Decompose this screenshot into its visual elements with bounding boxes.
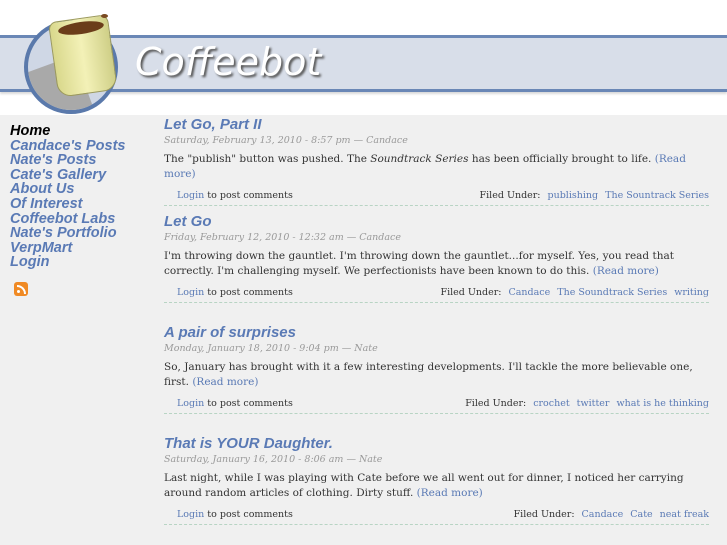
login-suffix: to post comments — [204, 398, 293, 409]
filed-under-label: Filed Under: — [440, 287, 502, 298]
sidebar-item-login[interactable]: Login — [10, 255, 150, 270]
post-body: Last night, while I was playing with Cat… — [164, 471, 709, 501]
post: That is YOUR Daughter. Saturday, January… — [164, 435, 709, 525]
post-links: Login to post comments Filed Under: Canda… — [164, 509, 709, 525]
sidebar-item-cates-gallery[interactable]: Cate's Gallery — [10, 168, 150, 183]
login-link[interactable]: Login — [177, 287, 204, 298]
post-links: Login to post comments Filed Under: croch… — [164, 398, 709, 414]
login-link[interactable]: Login — [177, 398, 204, 409]
post: Let Go Friday, February 12, 2010 - 12:32… — [164, 213, 709, 324]
post: A pair of surprises Monday, January 18, … — [164, 324, 709, 435]
filed-under-label: Filed Under: — [513, 509, 575, 520]
post-links: Login to post comments Filed Under: Canda… — [164, 287, 709, 303]
read-more-link[interactable]: (Read more) — [417, 487, 483, 499]
post-list: Let Go, Part II Saturday, February 13, 2… — [164, 116, 709, 525]
post-links: Login to post comments Filed Under: publi… — [164, 190, 709, 206]
sidebar-item-about-us[interactable]: About Us — [10, 182, 150, 197]
sidebar-nav: Home Candace's Posts Nate's Posts Cate's… — [10, 124, 150, 296]
sidebar-item-of-interest[interactable]: Of Interest — [10, 197, 150, 212]
sidebar-item-coffeebot-labs[interactable]: Coffeebot Labs — [10, 211, 150, 227]
read-more-link[interactable]: (Read more) — [593, 265, 659, 277]
tag-link[interactable]: writing — [674, 287, 709, 298]
login-suffix: to post comments — [204, 190, 293, 201]
tags: Filed Under: Candace Cate neat freak — [514, 509, 709, 520]
post-meta: Monday, January 18, 2010 - 9:04 pm — Nat… — [164, 343, 378, 354]
post-title[interactable]: That is YOUR Daughter. — [164, 435, 709, 453]
login-suffix: to post comments — [204, 287, 293, 298]
read-more-link[interactable]: (Read more) — [192, 376, 258, 388]
tag-link[interactable]: Candace — [582, 509, 624, 520]
post-text: The "publish" button was pushed. The — [164, 153, 371, 165]
login-suffix: to post comments — [204, 509, 293, 520]
site-header: Coffeebot — [0, 0, 727, 115]
rss-icon[interactable] — [14, 281, 28, 296]
tag-link[interactable]: what is he thinking — [616, 398, 709, 409]
site-title[interactable]: Coffeebot — [135, 40, 321, 84]
post-text: has been officially brought to life. — [468, 153, 655, 165]
post-meta: Friday, February 12, 2010 - 12:32 am — C… — [164, 232, 401, 243]
login-link[interactable]: Login — [177, 190, 204, 201]
tags: Filed Under: crochet twitter what is he thi… — [465, 398, 709, 409]
filed-under-label: Filed Under: — [479, 190, 541, 201]
post-body: I'm throwing down the gauntlet. I'm thro… — [164, 249, 709, 279]
sidebar-item-candaces-posts[interactable]: Candace's Posts — [10, 138, 150, 154]
login-link[interactable]: Login — [177, 509, 204, 520]
post-text-emphasis: Soundtrack Series — [370, 153, 469, 165]
tags: Filed Under: publishing The Sountrack Seri… — [480, 190, 709, 201]
post-title[interactable]: Let Go — [164, 213, 709, 231]
tags: Filed Under: Candace The Soundtrack Series… — [441, 287, 709, 298]
post-title[interactable]: A pair of surprises — [164, 324, 709, 342]
post-body: The "publish" button was pushed. The Sou… — [164, 152, 709, 182]
sidebar-item-nates-portfolio[interactable]: Nate's Portfolio — [10, 226, 150, 241]
filed-under-label: Filed Under: — [465, 398, 527, 409]
tag-link[interactable]: The Soundtrack Series — [557, 287, 667, 298]
sidebar-item-verpmart[interactable]: VerpMart — [10, 241, 150, 256]
tag-link[interactable]: Cate — [630, 509, 652, 520]
tag-link[interactable]: twitter — [577, 398, 610, 409]
sidebar-item-nates-posts[interactable]: Nate's Posts — [10, 153, 150, 168]
tag-link[interactable]: crochet — [533, 398, 569, 409]
tag-link[interactable]: publishing — [548, 190, 599, 201]
sidebar-item-home[interactable]: Home — [10, 124, 150, 139]
post-title[interactable]: Let Go, Part II — [164, 116, 709, 134]
post-meta: Saturday, February 13, 2010 - 8:57 pm — … — [164, 135, 408, 146]
tag-link[interactable]: The Sountrack Series — [605, 190, 709, 201]
tag-link[interactable]: neat freak — [660, 509, 709, 520]
coffee-drop-icon — [101, 14, 108, 18]
post: Let Go, Part II Saturday, February 13, 2… — [164, 116, 709, 206]
tag-link[interactable]: Candace — [508, 287, 550, 298]
post-body: So, January has brought with it a few in… — [164, 360, 709, 390]
post-meta: Saturday, January 16, 2010 - 8:06 am — N… — [164, 454, 383, 465]
